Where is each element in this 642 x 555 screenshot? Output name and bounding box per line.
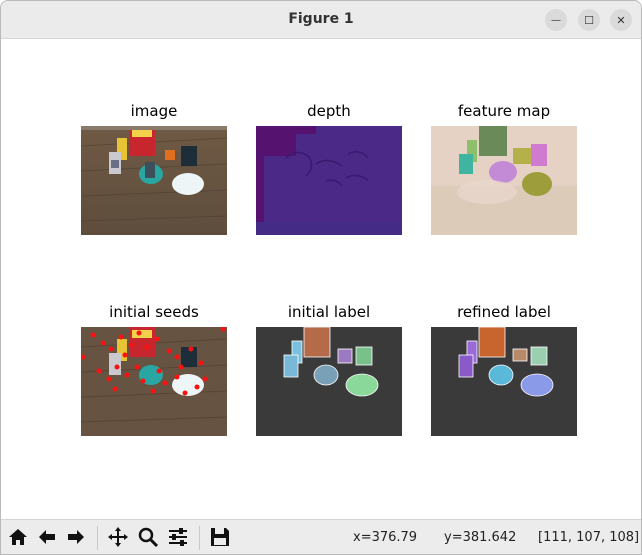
- zoom-icon: [138, 527, 159, 548]
- figure-window: Figure 1 — ☐ ✕ image depth feature map i…: [0, 0, 642, 555]
- maximize-icon: ☐: [584, 13, 594, 27]
- close-icon: ✕: [616, 13, 626, 27]
- figure-canvas[interactable]: image depth feature map initial seeds in…: [1, 39, 641, 519]
- configure-subplots-icon: [169, 528, 187, 546]
- feature-map-image[interactable]: [431, 126, 577, 235]
- cursor-y-readout: y=381.642: [444, 530, 517, 545]
- minimize-icon: —: [551, 14, 561, 26]
- pan-icon: [108, 527, 128, 547]
- rgb-image[interactable]: [81, 126, 227, 235]
- refined-label-image[interactable]: [431, 327, 577, 436]
- minimize-button[interactable]: —: [545, 9, 567, 31]
- forward-button[interactable]: [63, 524, 89, 550]
- home-button[interactable]: [5, 524, 31, 550]
- panel-title: feature map: [457, 102, 551, 120]
- back-button[interactable]: [34, 524, 60, 550]
- seeds-image[interactable]: [81, 327, 227, 436]
- navigation-toolbar: x=376.79 y=381.642 [111, 107, 108]: [1, 519, 641, 554]
- cursor-x-readout: x=376.79: [353, 530, 418, 545]
- title-bar: Figure 1 — ☐ ✕: [1, 1, 641, 39]
- initial-label-image[interactable]: [256, 327, 402, 436]
- pan-button[interactable]: [105, 524, 131, 550]
- toolbar-separator: [199, 526, 200, 550]
- save-button[interactable]: [207, 524, 233, 550]
- forward-arrow-icon: [68, 530, 84, 544]
- back-arrow-icon: [39, 530, 55, 544]
- panel-title: refined label: [457, 303, 551, 321]
- depth-image[interactable]: [256, 126, 402, 235]
- save-icon: [211, 528, 229, 546]
- toolbar-separator: [97, 526, 98, 550]
- configure-subplots-button[interactable]: [165, 524, 191, 550]
- zoom-button[interactable]: [135, 524, 161, 550]
- maximize-button[interactable]: ☐: [578, 9, 600, 31]
- close-button[interactable]: ✕: [610, 9, 632, 31]
- pixel-value-readout: [111, 107, 108]: [538, 530, 640, 545]
- home-icon: [9, 529, 27, 545]
